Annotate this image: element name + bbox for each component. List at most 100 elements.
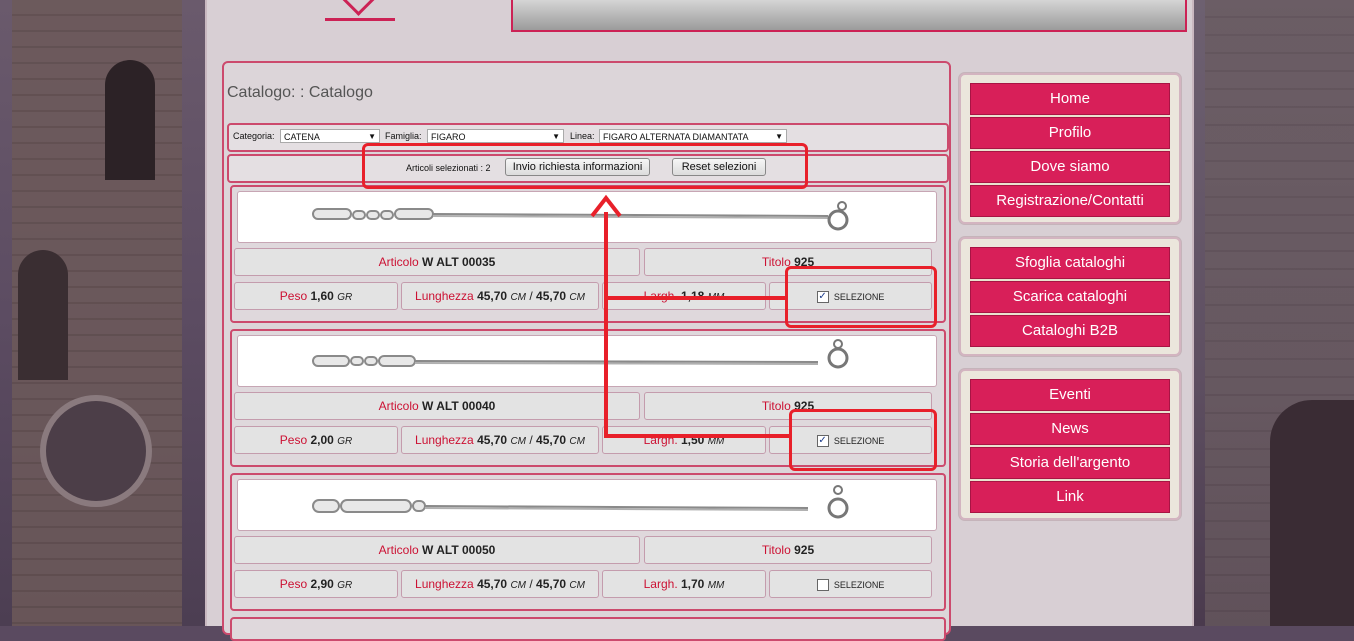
tower-clock [40, 395, 152, 507]
weight-value: 1,60 [310, 289, 334, 303]
weight-value: 2,00 [310, 433, 334, 447]
weight-label: Peso [279, 289, 308, 303]
weight-cell: Peso 1,60 GR [234, 282, 398, 310]
width-value: 1,70 [681, 577, 705, 591]
length-cell: Lunghezza 45,70 CM / 45,70 CM [401, 570, 599, 598]
product-card [230, 617, 946, 641]
chain-image [312, 339, 849, 369]
product-image[interactable] [237, 335, 937, 387]
product-card: Articolo W ALT 00050 Titolo 925 Peso 2,9… [230, 473, 946, 611]
width-unit: MM [707, 580, 725, 591]
length-unit: CM [569, 580, 585, 591]
family-select[interactable]: FIGARO ▼ [427, 129, 564, 143]
annotation-connector-1 [604, 296, 787, 300]
chevron-down-icon: ▼ [368, 132, 376, 141]
weight-cell: Peso 2,90 GR [234, 570, 398, 598]
length-cell: Lunghezza 45,70 CM / 45,70 CM [401, 426, 599, 454]
weight-value: 2,90 [310, 577, 334, 591]
width-cell: Largh. 1,50 MM [602, 426, 766, 454]
title-value: 925 [794, 543, 815, 557]
article-code: W ALT 00050 [422, 543, 496, 557]
weight-label: Peso [279, 433, 308, 447]
line-select[interactable]: FIGARO ALTERNATA DIAMANTATA ▼ [599, 129, 787, 143]
length-value-a: 45,70 [477, 577, 508, 591]
title-label: Titolo [761, 399, 791, 413]
menu-item-eventi[interactable]: Eventi [970, 379, 1170, 411]
menu-item-registrazione[interactable]: Registrazione/Contatti [970, 185, 1170, 217]
chevron-down-icon: ▼ [552, 132, 560, 141]
weight-unit: GR [337, 436, 353, 447]
length-value-a: 45,70 [477, 433, 508, 447]
family-label: Famiglia: [385, 131, 422, 141]
menu-item-link[interactable]: Link [970, 481, 1170, 513]
weight-cell: Peso 2,00 GR [234, 426, 398, 454]
article-cell: Articolo W ALT 00035 [234, 248, 640, 276]
page-title: Catalogo: : Catalogo [227, 84, 373, 101]
article-code: W ALT 00040 [422, 399, 496, 413]
length-separator: / [529, 433, 533, 447]
length-cell: Lunghezza 45,70 CM / 45,70 CM [401, 282, 599, 310]
length-value-b: 45,70 [536, 289, 567, 303]
family-value: FIGARO [431, 132, 466, 142]
annotation-connector-2 [604, 434, 791, 438]
length-label: Lunghezza [415, 433, 474, 447]
title-cell: Titolo 925 [644, 536, 932, 564]
category-select[interactable]: CATENA ▼ [280, 129, 380, 143]
building-arch [1270, 400, 1354, 626]
category-value: CATENA [284, 132, 320, 142]
length-separator: / [529, 577, 533, 591]
menu-item-sfoglia-cataloghi[interactable]: Sfoglia cataloghi [970, 247, 1170, 279]
article-cell: Articolo W ALT 00040 [234, 392, 640, 420]
length-unit: CM [569, 436, 585, 447]
weight-label: Peso [279, 577, 308, 591]
chain-image [312, 485, 849, 519]
menu-item-profilo[interactable]: Profilo [970, 117, 1170, 149]
width-label: Largh. [643, 577, 678, 591]
length-value-b: 45,70 [536, 433, 567, 447]
main-menu-inner: Home Profilo Dove siamo Registrazione/Co… [970, 83, 1170, 217]
article-label: Articolo [378, 399, 419, 413]
line-label: Linea: [570, 131, 595, 141]
product-image[interactable] [237, 191, 937, 243]
info-menu: Eventi News Storia dell'argento Link [959, 369, 1181, 520]
checkbox-unchecked-icon[interactable] [816, 578, 829, 591]
length-unit: CM [510, 292, 527, 303]
category-label: Categoria: [233, 131, 275, 141]
select-cell: SELEZIONE [769, 570, 932, 598]
article-code: W ALT 00035 [422, 255, 496, 269]
chain-image [312, 201, 849, 231]
logo[interactable] [325, 0, 395, 21]
weight-unit: GR [337, 292, 353, 303]
product-image[interactable] [237, 479, 937, 531]
catalog-menu-inner: Sfoglia cataloghi Scarica cataloghi Cata… [970, 247, 1170, 347]
menu-item-scarica-cataloghi[interactable]: Scarica cataloghi [970, 281, 1170, 313]
article-label: Articolo [378, 543, 419, 557]
length-separator: / [529, 289, 533, 303]
length-unit: CM [510, 436, 527, 447]
main-menu: Home Profilo Dove siamo Registrazione/Co… [959, 73, 1181, 224]
menu-item-dove-siamo[interactable]: Dove siamo [970, 151, 1170, 183]
menu-item-cataloghi-b2b[interactable]: Cataloghi B2B [970, 315, 1170, 347]
length-value-b: 45,70 [536, 577, 567, 591]
length-unit: CM [510, 580, 527, 591]
length-label: Lunghezza [415, 289, 474, 303]
article-cell: Articolo W ALT 00050 [234, 536, 640, 564]
catalog-menu: Sfoglia cataloghi Scarica cataloghi Cata… [959, 237, 1181, 356]
page-container: Catalogo: : Catalogo Categoria: CATENA ▼… [205, 0, 1194, 641]
header-banner-image [511, 0, 1187, 32]
tower-window [105, 60, 155, 180]
article-label: Articolo [378, 255, 419, 269]
annotation-arrowhead-icon [590, 194, 622, 218]
weight-unit: GR [337, 580, 353, 591]
menu-item-news[interactable]: News [970, 413, 1170, 445]
chevron-down-icon: ▼ [775, 132, 783, 141]
annotation-box-checkbox-2 [789, 409, 937, 471]
length-unit: CM [569, 292, 585, 303]
menu-item-home[interactable]: Home [970, 83, 1170, 115]
title-label: Titolo [761, 543, 791, 557]
tower-window [18, 250, 68, 380]
annotation-box-checkbox-1 [785, 266, 937, 328]
menu-item-storia-argento[interactable]: Storia dell'argento [970, 447, 1170, 479]
annotation-arrow-line [604, 212, 608, 438]
length-label: Lunghezza [415, 577, 474, 591]
